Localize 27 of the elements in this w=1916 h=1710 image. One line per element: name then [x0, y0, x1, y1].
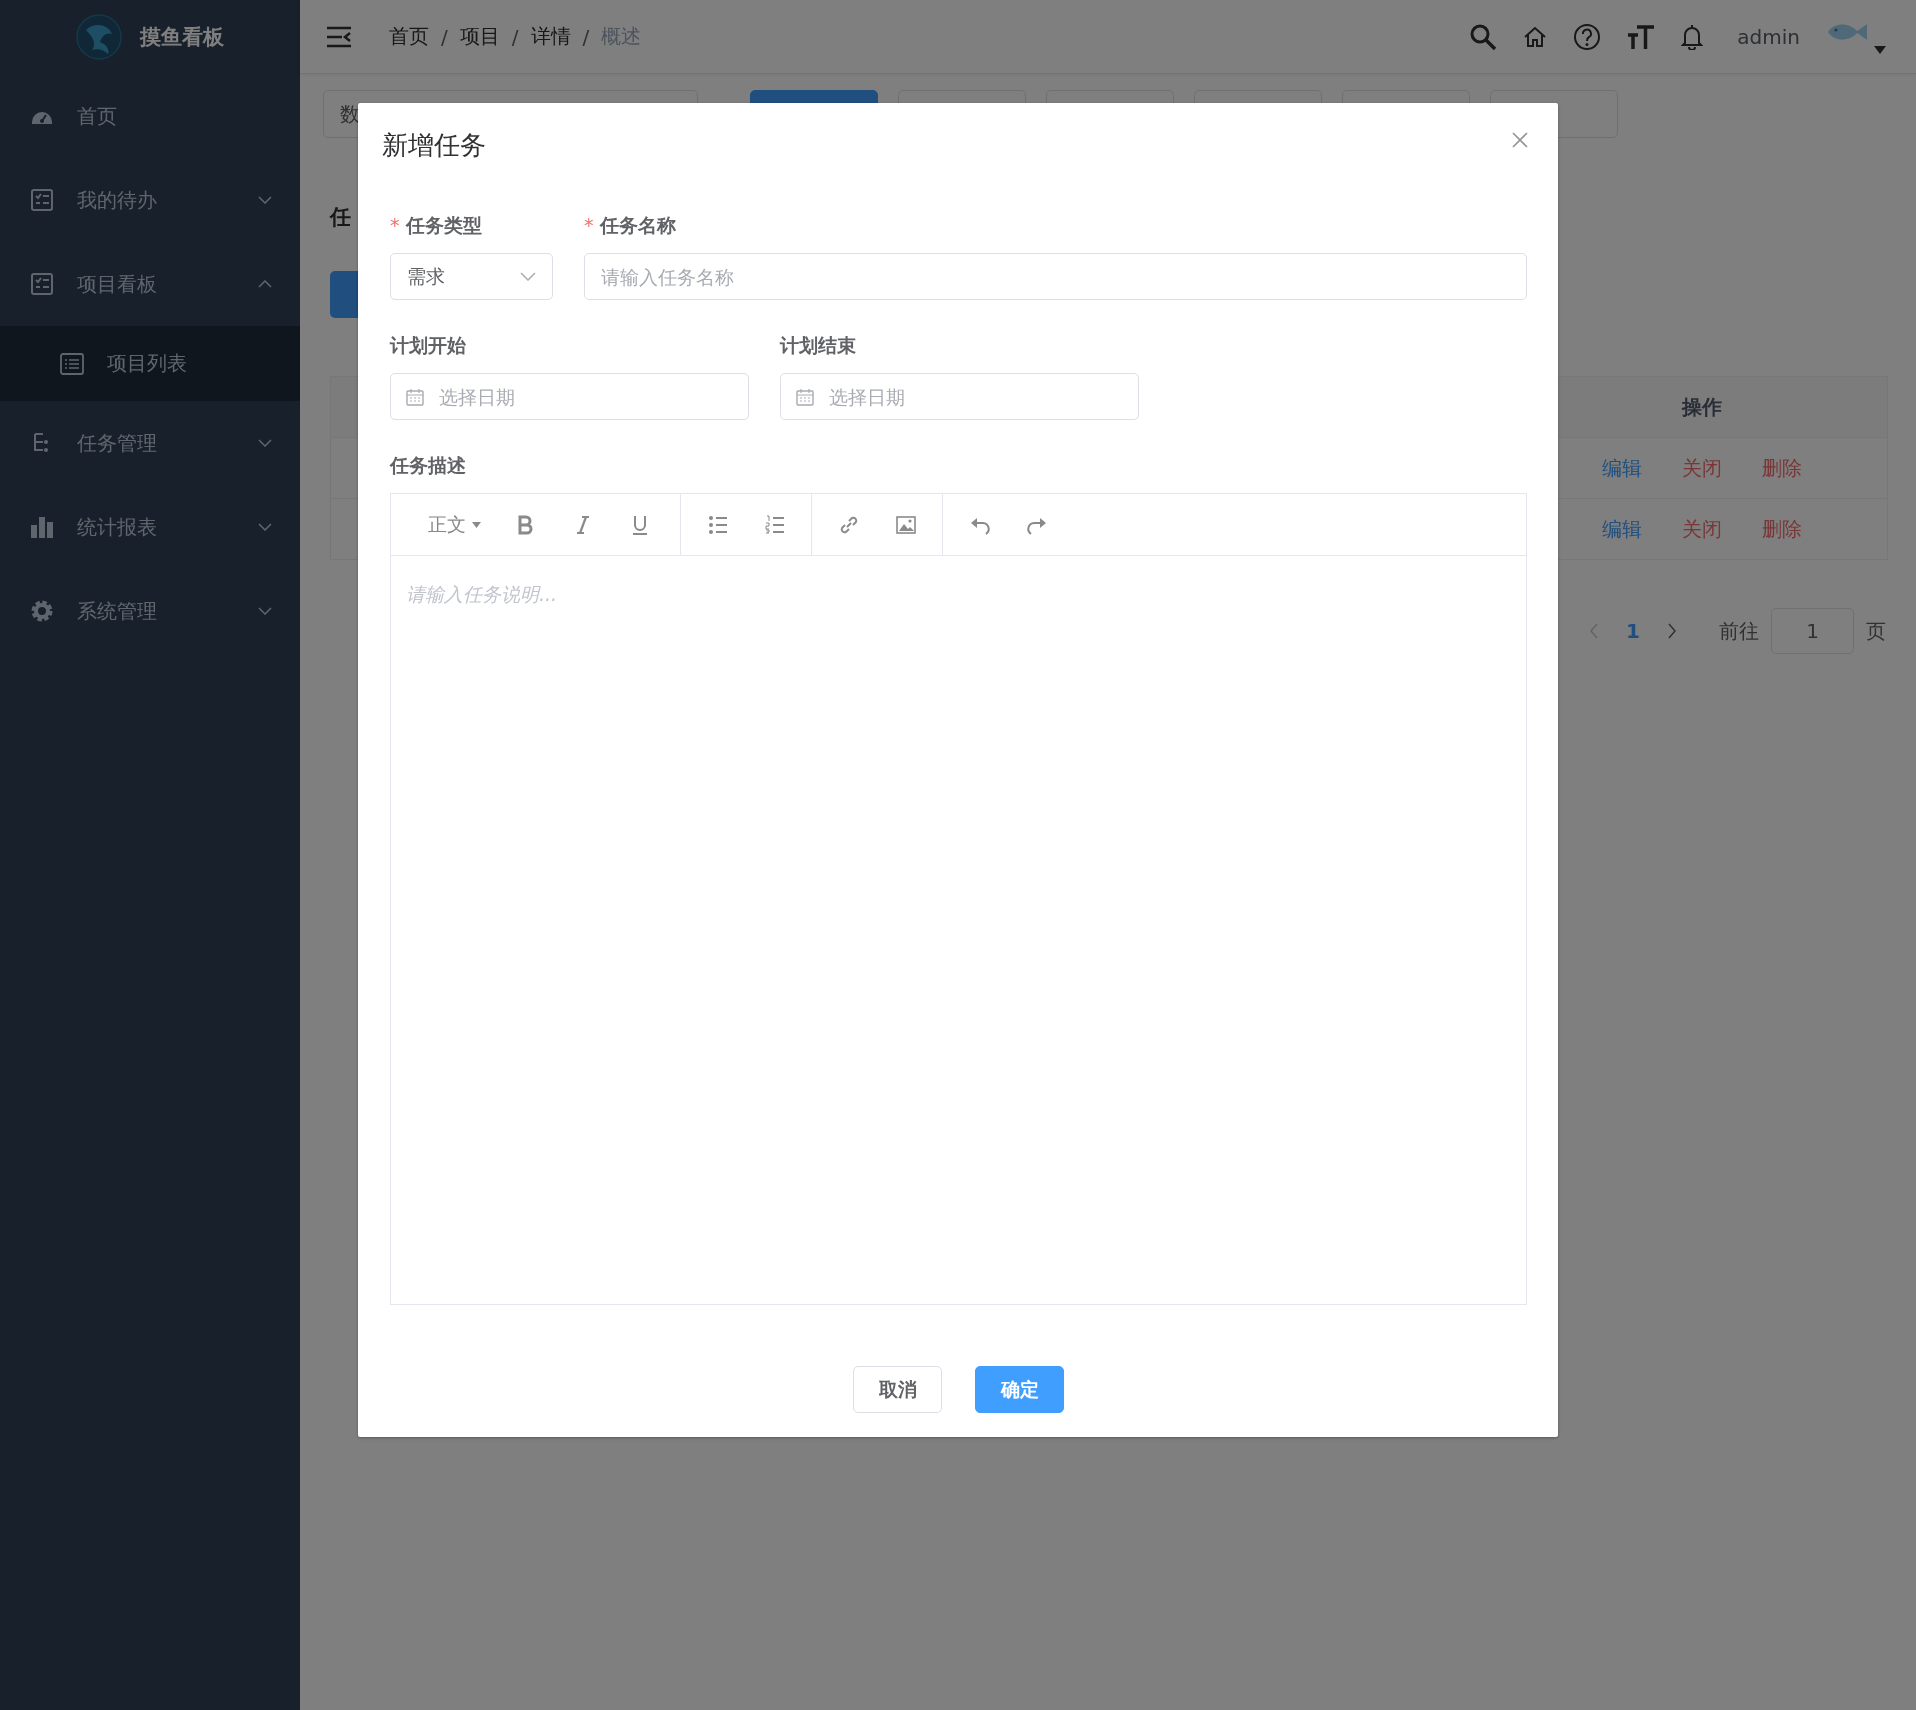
field-label: 任务类型 — [405, 214, 482, 236]
menu-label: 任务管理 — [77, 429, 158, 457]
breadcrumb-separator: / — [511, 24, 519, 49]
field-value: 数 — [340, 100, 360, 128]
menu-label: 我的待办 — [77, 186, 158, 214]
breadcrumb-separator: / — [441, 24, 448, 49]
page-suffix: 页 — [1866, 617, 1886, 645]
required-mark: * — [390, 214, 400, 236]
editor-placeholder: 请输入任务说明... — [406, 582, 559, 607]
menu-label: 统计报表 — [77, 513, 158, 541]
column-header: 操作 — [1682, 393, 1722, 421]
goto-label: 前往 — [1719, 617, 1759, 645]
dialog-title: 新增任务 — [382, 130, 486, 160]
menu-label: 系统管理 — [77, 597, 158, 625]
section-title: 任 — [330, 204, 351, 230]
field-value: 1 — [1806, 619, 1819, 643]
select-value: 需求 — [407, 263, 445, 289]
submenu-label: 项目列表 — [107, 350, 187, 377]
field-label: 计划开始 — [390, 334, 466, 356]
app-title: 摸鱼看板 — [140, 24, 224, 51]
menu-label: 首页 — [77, 102, 118, 130]
required-mark: * — [584, 214, 594, 236]
field-label: 任务描述 — [390, 453, 466, 477]
field-label: 任务名称 — [599, 214, 676, 236]
breadcrumb-separator: / — [582, 24, 590, 49]
field-label: 计划结束 — [780, 334, 856, 356]
menu-label: 项目看板 — [77, 270, 158, 298]
